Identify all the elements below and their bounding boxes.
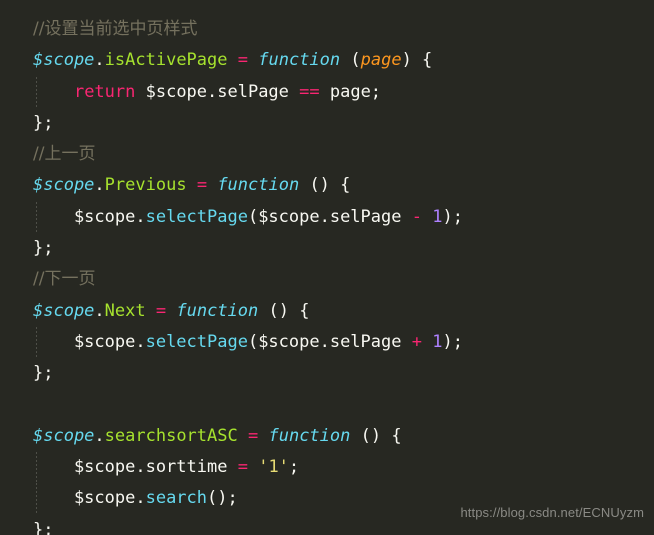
code-token: $scope	[33, 175, 95, 196]
code-token: return	[73, 81, 136, 102]
code-token: =	[155, 300, 167, 321]
code-editor-screenshot: //设置当前选中页样式 $scope.isActivePage = functio…	[0, 0, 654, 535]
code-line[interactable]: return $scope.selPage == page;	[33, 76, 654, 109]
code-token: selectPage	[145, 331, 248, 352]
code-token: //下一页	[33, 269, 96, 290]
code-token: ;	[288, 457, 300, 478]
code-token: ();	[207, 488, 238, 509]
code-token: selectPage	[145, 206, 248, 227]
code-token: ($scope.selPage	[247, 331, 412, 352]
code-token: () {	[258, 300, 310, 321]
code-line[interactable]: $scope.selectPage($scope.selPage - 1);	[33, 201, 654, 234]
code-token: $scope.	[33, 206, 146, 227]
code-token: =	[247, 425, 259, 446]
code-token: );	[442, 331, 463, 352]
code-token: $scope	[33, 300, 95, 321]
code-line[interactable]: $scope.Next = function () {	[33, 296, 654, 327]
code-line[interactable]	[33, 390, 654, 421]
code-token: ==	[299, 81, 320, 102]
code-line[interactable]: };	[33, 108, 654, 139]
code-line[interactable]: $scope.sorttime = '1';	[33, 452, 654, 484]
code-token: ) {	[401, 50, 433, 71]
code-token: $scope.	[33, 331, 146, 352]
code-token: Next	[104, 300, 146, 321]
code-token: $scope.sorttime	[33, 457, 238, 478]
watermark-url: https://blog.csdn.net/ECNUyzm	[460, 504, 644, 520]
code-token: };	[33, 519, 54, 535]
code-token: =	[237, 50, 248, 71]
code-token: -	[411, 206, 422, 227]
code-token: };	[33, 238, 54, 259]
code-line[interactable]: };	[33, 233, 654, 264]
code-line[interactable]: $scope.searchsortASC = function () {	[33, 421, 654, 452]
code-token: .	[94, 175, 105, 196]
code-token: searchsortASC	[104, 425, 238, 446]
code-token: '1'	[258, 457, 289, 478]
code-token: .	[94, 300, 105, 321]
code-line[interactable]: $scope.Previous = function () {	[33, 170, 654, 201]
code-token: page	[360, 50, 402, 71]
code-token: () {	[299, 175, 351, 196]
code-token: $scope.	[33, 488, 146, 509]
code-line[interactable]: $scope.selectPage($scope.selPage + 1);	[33, 326, 654, 359]
code-token: 1	[432, 206, 443, 227]
code-token: $scope	[33, 50, 95, 71]
code-block[interactable]: //设置当前选中页样式 $scope.isActivePage = functio…	[33, 14, 654, 535]
code-token: Previous	[104, 175, 187, 196]
code-line[interactable]: $scope.isActivePage = function (page) {	[33, 45, 654, 76]
code-token: function	[258, 50, 341, 71]
code-token: );	[442, 206, 463, 227]
code-token: =	[237, 457, 248, 478]
code-token: function	[268, 425, 351, 446]
code-token: =	[196, 175, 208, 196]
code-token: $scope	[33, 425, 95, 446]
code-token: search	[145, 488, 208, 509]
code-token: 1	[432, 331, 443, 352]
code-token: .	[94, 50, 105, 71]
code-line[interactable]: //下一页	[33, 264, 654, 295]
code-line[interactable]: //上一页	[33, 139, 654, 170]
code-token: //上一页	[33, 144, 96, 165]
code-token: function	[217, 175, 300, 196]
code-token: ($scope.selPage	[247, 206, 412, 227]
code-token: $scope.selPage	[135, 81, 300, 102]
code-token: };	[33, 363, 54, 384]
code-token: isActivePage	[104, 50, 228, 71]
code-token: };	[33, 112, 54, 133]
code-token: function	[176, 300, 259, 321]
code-token: +	[411, 331, 422, 352]
code-line[interactable]: //设置当前选中页样式	[33, 14, 654, 45]
code-token: //设置当前选中页样式	[33, 19, 198, 39]
code-token: (	[340, 50, 361, 71]
code-line[interactable]: };	[33, 358, 654, 389]
code-token: () {	[350, 425, 402, 446]
code-token: page;	[319, 81, 382, 102]
code-token: .	[94, 425, 105, 446]
